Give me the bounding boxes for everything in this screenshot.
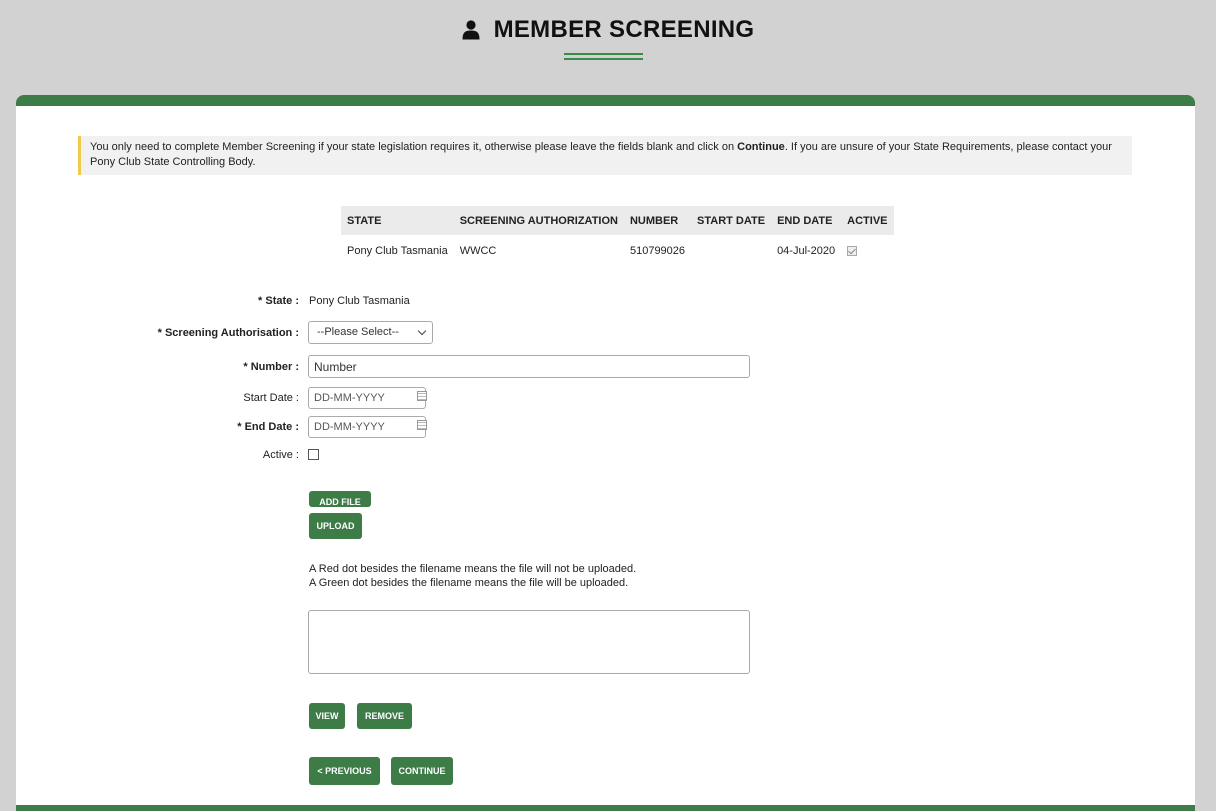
start-date-input[interactable]: DD-MM-YYYY	[308, 387, 426, 409]
page-title: MEMBER SCREENING	[0, 16, 1216, 44]
end-date-label: * End Date :	[237, 421, 299, 433]
page-title-text: MEMBER SCREENING	[493, 16, 755, 43]
notice-text-before: You only need to complete Member Screeni…	[90, 141, 738, 153]
cell-start-date	[691, 235, 771, 266]
calendar-icon[interactable]	[417, 420, 427, 430]
cell-active	[841, 235, 893, 266]
active-label: Active :	[262, 449, 299, 461]
cell-authorization: WWCC	[459, 244, 497, 257]
calendar-icon[interactable]	[417, 391, 427, 401]
chevron-down-icon	[417, 326, 427, 336]
number-label: * Number :	[243, 361, 299, 373]
cell-number: 510799026	[629, 244, 686, 257]
cell-end-date: 04-Jul-2020	[777, 244, 836, 257]
col-state: STATE	[341, 206, 454, 235]
card-bottom-bar	[16, 805, 1195, 811]
screening-table: STATE SCREENING AUTHORIZATION NUMBER STA…	[341, 206, 894, 266]
cell-state: Pony Club Tasmania	[347, 244, 448, 257]
page-header: MEMBER SCREENING	[0, 0, 1216, 95]
view-button[interactable]: VIEW	[309, 703, 345, 729]
col-authorization: SCREENING AUTHORIZATION	[453, 206, 624, 235]
notice-bold: Continue	[737, 141, 785, 153]
user-icon	[462, 20, 480, 40]
file-list-box[interactable]	[308, 610, 750, 674]
info-red-dot: A Red dot besides the filename means the…	[309, 563, 637, 575]
col-start-date: START DATE	[691, 206, 772, 235]
add-file-button[interactable]: ADD FILE	[309, 491, 371, 507]
active-checkbox[interactable]	[308, 449, 319, 460]
end-date-input[interactable]: DD-MM-YYYY	[308, 416, 426, 438]
col-active: ACTIVE	[841, 206, 894, 235]
continue-button[interactable]: CONTINUE	[391, 757, 453, 785]
active-checkbox-readonly	[847, 245, 858, 256]
info-green-dot: A Green dot besides the filename means t…	[309, 577, 629, 589]
title-underline	[564, 53, 643, 60]
upload-button[interactable]: UPLOAD	[309, 513, 362, 539]
col-number: NUMBER	[623, 206, 692, 235]
start-date-label: Start Date :	[243, 392, 299, 404]
notice-banner: You only need to complete Member Screeni…	[78, 136, 1132, 175]
auth-label: * Screening Authorisation :	[157, 327, 299, 339]
table-header-row: STATE SCREENING AUTHORIZATION NUMBER STA…	[341, 206, 894, 235]
previous-button[interactable]: < PREVIOUS	[309, 757, 380, 785]
screening-authorisation-select[interactable]: --Please Select--	[308, 321, 433, 344]
state-value: Pony Club Tasmania	[309, 295, 410, 307]
state-label: * State :	[258, 295, 299, 307]
number-input[interactable]: Number	[308, 355, 750, 378]
card-top-bar	[16, 95, 1195, 106]
remove-button[interactable]: REMOVE	[357, 703, 412, 729]
table-row: Pony Club Tasmania WWCC 510799026 04-Jul…	[341, 235, 894, 266]
col-end-date: END DATE	[771, 206, 842, 235]
select-value: --Please Select--	[317, 326, 399, 338]
